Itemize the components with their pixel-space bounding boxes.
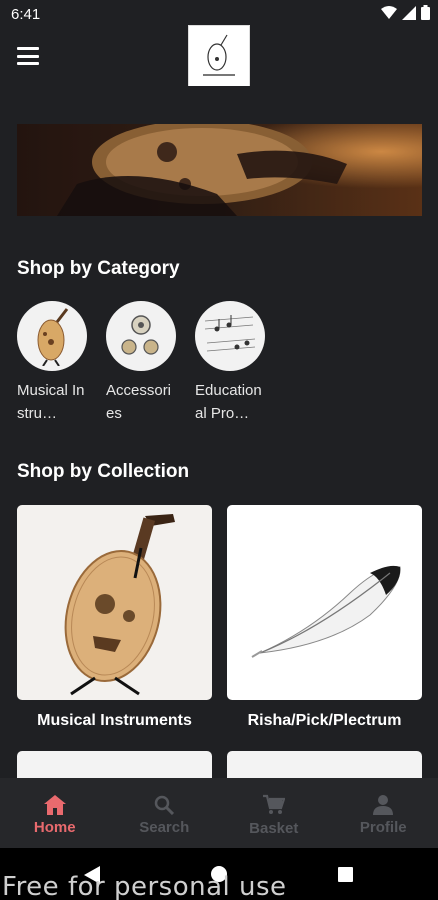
tab-profile-label: Profile xyxy=(359,818,407,836)
tab-search[interactable]: Search xyxy=(110,778,220,848)
collection-card[interactable]: Musical Instruments xyxy=(17,505,212,730)
feather-icon xyxy=(227,505,422,700)
brand-logo[interactable] xyxy=(188,25,250,87)
tab-basket[interactable]: Basket xyxy=(219,778,329,848)
collection-card[interactable] xyxy=(17,751,212,778)
accessories-icon xyxy=(106,301,176,371)
home-content[interactable]: Shop by Category Musical Instru… Accesso xyxy=(0,86,438,778)
collection-card[interactable] xyxy=(227,751,422,778)
bottom-navigation: Home Search Basket Profile xyxy=(0,778,438,848)
category-label: Accessories xyxy=(106,382,172,422)
battery-icon xyxy=(421,5,430,20)
cart-icon xyxy=(262,794,285,814)
category-item[interactable]: Educational Pro… xyxy=(195,301,267,425)
signal-icon xyxy=(402,5,416,20)
app-bar xyxy=(0,25,438,87)
status-bar: 6:41 xyxy=(0,0,438,28)
search-icon xyxy=(155,795,175,815)
status-icons xyxy=(381,5,430,20)
oud-icon xyxy=(17,505,212,700)
tab-profile[interactable]: Profile xyxy=(329,778,438,848)
tab-search-label: Search xyxy=(139,818,190,836)
collection-card[interactable]: Risha/Pick/Plectrum xyxy=(227,505,422,730)
person-icon xyxy=(373,794,394,815)
watermark-text: Free for personal use xyxy=(2,872,287,900)
menu-icon[interactable] xyxy=(17,45,39,67)
category-section-title: Shop by Category xyxy=(17,258,180,279)
collection-label: Musical Instruments xyxy=(37,712,192,729)
category-item[interactable]: Accessories xyxy=(106,301,178,425)
wifi-icon xyxy=(381,5,397,19)
category-label: Educational Pro… xyxy=(195,382,262,422)
category-item[interactable]: Musical Instru… xyxy=(17,301,89,425)
category-label: Musical Instru… xyxy=(17,382,85,422)
home-icon xyxy=(43,794,66,815)
recents-icon[interactable] xyxy=(338,867,353,882)
hero-banner[interactable] xyxy=(17,124,422,216)
tab-basket-label: Basket xyxy=(249,819,299,837)
collection-label: Risha/Pick/Plectrum xyxy=(247,712,402,729)
tab-home[interactable]: Home xyxy=(0,778,110,848)
status-time: 6:41 xyxy=(11,6,41,23)
tab-home-label: Home xyxy=(33,818,76,836)
sheet-music-icon xyxy=(195,301,265,371)
oud-icon xyxy=(17,301,87,371)
collection-section-title: Shop by Collection xyxy=(17,461,190,482)
